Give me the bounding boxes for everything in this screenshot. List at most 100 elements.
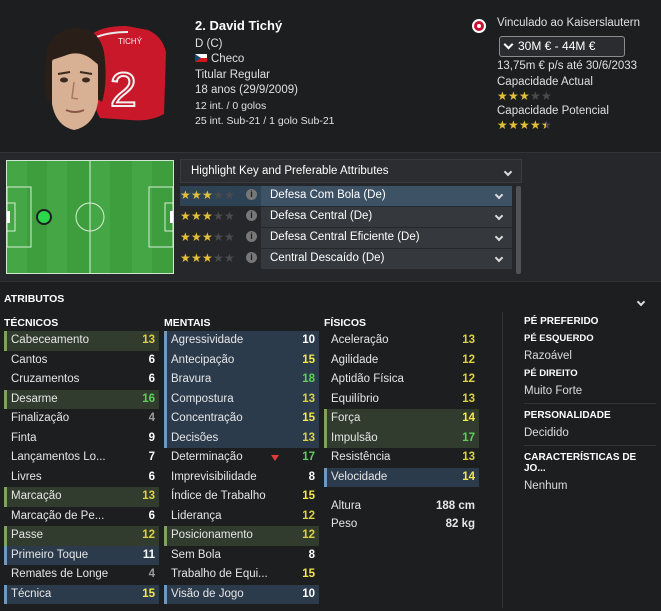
highlight-label: Highlight Key and Preferable Attributes [191,165,389,177]
attribute-row[interactable]: Marcação13 [4,487,159,507]
attribute-row[interactable]: Cabeceamento13 [4,331,159,351]
shirt-name: TICHÝ [118,37,143,46]
roles-scrollbar[interactable] [516,186,521,274]
attribute-row[interactable]: Trabalho de Equi...15 [164,565,319,585]
attribute-row[interactable]: Aceleração13 [324,331,479,351]
attribute-row[interactable]: Resistência13 [324,448,479,468]
chevron-down-icon [505,166,511,178]
attribute-row[interactable]: Imprevisibilidade8 [164,468,319,488]
player-name: 2. David Tichý [195,18,335,34]
position-panel: Highlight Key and Preferable Attributes … [0,152,661,282]
player-position: D (C) [195,37,335,53]
chevron-down-icon[interactable] [638,294,644,308]
attribute-row[interactable]: Sem Bola8 [164,546,319,566]
info-icon[interactable]: i [246,189,257,200]
attribute-row[interactable]: Antecipação15 [164,351,319,371]
attribute-row[interactable]: Passe12 [4,526,159,546]
attribute-row[interactable]: Técnica15 [4,585,159,605]
role-name: Central Descaído (De) [261,249,512,269]
fisicos-title: FÍSICOS [324,317,366,329]
attribute-row[interactable]: Visão de Jogo10 [164,585,319,605]
chevron-down-icon [504,40,514,50]
attribute-row[interactable]: Velocidade14 [324,468,479,488]
attribute-row[interactable]: Compostura13 [164,390,319,410]
attribute-row[interactable]: Finta9 [4,429,159,449]
tecnicos-title: TÉCNICOS [4,317,58,329]
attribute-row[interactable]: Índice de Trabalho15 [164,487,319,507]
role-item[interactable]: ★★★★★ i Defesa Central (De) [180,207,512,227]
player-status: Titular Regular [195,68,335,84]
club-link[interactable]: Vinculado ao Kaiserslautern [497,17,640,29]
attribute-row[interactable]: Concentração15 [164,409,319,429]
chevron-down-icon[interactable] [496,189,502,201]
role-item[interactable]: ★★★★★ i Central Descaído (De) [180,249,512,269]
physical-measures: Altura188 cm Peso82 kg [324,497,479,533]
player-age: 18 anos (29/9/2009) [195,83,335,99]
foot-title: PÉ PREFERIDO [524,316,656,327]
role-name: Defesa Central Eficiente (De) [261,228,512,248]
left-foot-title: PÉ ESQUERDO [524,333,656,344]
nationality-label: Checo [211,53,244,65]
attribute-row[interactable]: Força14 [324,409,479,429]
role-item[interactable]: ★★★★★ i Defesa Com Bola (De) [180,186,512,206]
info-icon[interactable]: i [246,252,257,263]
player-nationality[interactable]: Checo [195,52,335,68]
attribute-row[interactable]: Remates de Longe4 [4,565,159,585]
role-stars: ★★★★★ [180,253,235,265]
attribute-row[interactable]: Bravura18 [164,370,319,390]
chevron-down-icon[interactable] [496,210,502,222]
attribute-row[interactable]: Posicionamento12 [164,526,319,546]
attribute-row[interactable]: Aptidão Física12 [324,370,479,390]
attribute-row[interactable]: Lançamentos Lo...7 [4,448,159,468]
attribute-row[interactable]: Equilíbrio13 [324,390,479,410]
attribute-row[interactable]: Agilidade12 [324,351,479,371]
role-stars: ★★★★★ [180,232,235,244]
player-caps: 12 int. / 0 golos [195,99,335,115]
attribute-row[interactable]: Liderança12 [164,507,319,527]
divider [524,445,656,446]
attribute-row[interactable]: Desarme16 [4,390,159,410]
attribute-row[interactable]: Determinação17 [164,448,319,468]
traits-value: Nenhum [524,480,656,492]
club-crest-icon [472,19,486,33]
height-row: Altura188 cm [324,497,479,515]
attribute-row[interactable]: Finalização4 [4,409,159,429]
shirt-number: 2 [110,64,137,117]
right-foot-value: Muito Forte [524,385,656,397]
divider [524,403,656,404]
value-label: 30M € - 44M € [518,39,595,53]
decline-arrow-icon [271,455,279,461]
column-divider [502,312,503,608]
player-portrait: TICHÝ 2 [38,22,188,147]
contract-info: 13,75m € p/s até 30/6/2033 [497,60,637,72]
side-info: PÉ PREFERIDO PÉ ESQUERDO Razoável PÉ DIR… [524,316,656,498]
attribute-row[interactable]: Marcação de Pe...6 [4,507,159,527]
traits-title: CARACTERÍSTICAS DE JO... [524,452,656,474]
attribute-row[interactable]: Livres6 [4,468,159,488]
right-foot-title: PÉ DIREITO [524,368,656,379]
position-marker [38,211,50,223]
current-ability-stars: ★★★★★ [497,91,552,103]
left-foot-value: Razoável [524,350,656,362]
role-item[interactable]: ★★★★★ i Defesa Central Eficiente (De) [180,228,512,248]
fisicos-list: Aceleração13 Agilidade12 Aptidão Física1… [324,331,479,487]
highlight-dropdown[interactable]: Highlight Key and Preferable Attributes [180,159,522,183]
value-dropdown[interactable]: 30M € - 44M € [499,36,625,57]
role-name: Defesa Central (De) [261,207,512,227]
attribute-row[interactable]: Cantos6 [4,351,159,371]
chevron-down-icon[interactable] [496,252,502,264]
role-stars: ★★★★★ [180,190,235,202]
info-icon[interactable]: i [246,231,257,242]
attribute-row[interactable]: Agressividade10 [164,331,319,351]
info-icon[interactable]: i [246,210,257,221]
attributes-header: ATRIBUTOS [4,293,64,305]
attribute-row[interactable]: Impulsão17 [324,429,479,449]
potential-ability-label: Capacidade Potencial [497,105,609,117]
attribute-row[interactable]: Decisões13 [164,429,319,449]
attribute-row[interactable]: Primeiro Toque11 [4,546,159,566]
role-stars: ★★★★★ [180,211,235,223]
chevron-down-icon[interactable] [496,231,502,243]
attribute-row[interactable]: Cruzamentos6 [4,370,159,390]
player-info: 2. David Tichý D (C) Checo Titular Regul… [195,18,335,130]
role-name: Defesa Com Bola (De) [261,186,512,206]
